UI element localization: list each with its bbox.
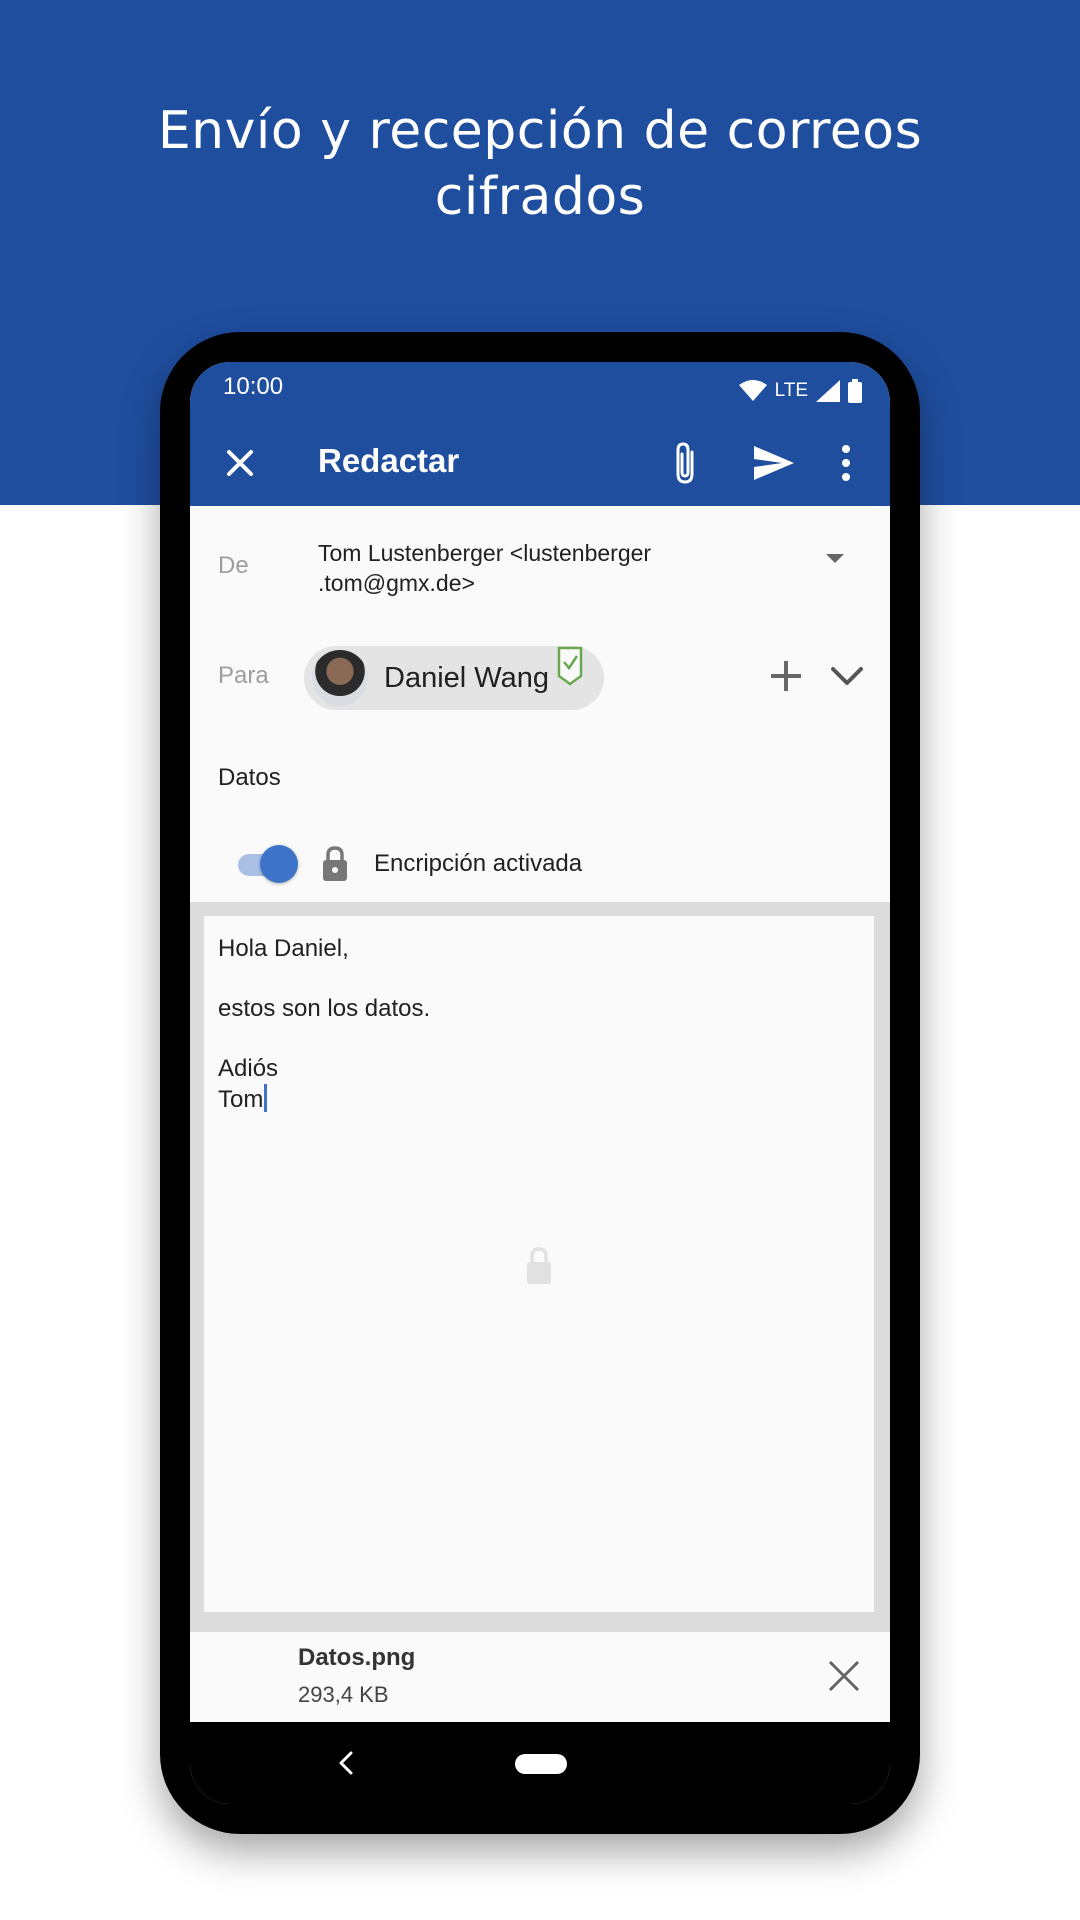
send-icon[interactable] [752, 442, 796, 484]
message-body-editor[interactable]: Hola Daniel, estos son los datos. Adiós … [204, 916, 874, 1612]
chevron-down-icon[interactable] [830, 664, 864, 688]
phone-screen: 10:00 LTE Redactar De Tom Lustenberger <… [190, 362, 890, 1804]
encryption-row: Encripción activada [190, 825, 890, 902]
more-vert-icon[interactable] [838, 442, 854, 484]
wifi-icon [738, 380, 767, 401]
hero-title: Envío y recepción de correos cifrados [0, 98, 1080, 230]
close-icon[interactable] [220, 443, 260, 483]
toolbar-title: Redactar [318, 442, 460, 479]
status-bar: 10:00 LTE [190, 362, 890, 420]
to-label: Para [218, 662, 269, 689]
subject-field-row[interactable]: Datos [190, 733, 890, 826]
text-cursor [264, 1084, 268, 1112]
lock-icon [323, 846, 347, 881]
to-field-row: Para Daniel Wang [190, 628, 890, 734]
dropdown-caret-icon[interactable] [826, 554, 844, 563]
status-icons: LTE [738, 376, 862, 406]
home-pill-button[interactable] [515, 1754, 567, 1774]
message-body-area: Hola Daniel, estos son los datos. Adiós … [190, 902, 890, 1632]
back-icon[interactable] [336, 1750, 356, 1776]
status-time: 10:00 [223, 373, 284, 400]
hero-title-line-2: cifrados [434, 167, 646, 227]
message-body-text[interactable]: Hola Daniel, estos son los datos. Adiós … [218, 934, 430, 1115]
encryption-status-label: Encripción activada [374, 850, 583, 877]
system-nav-bar [190, 1722, 890, 1804]
verified-shield-icon [557, 646, 583, 686]
network-type-label: LTE [774, 380, 808, 401]
message-body-content: Hola Daniel, estos son los datos. Adiós … [218, 935, 431, 1113]
toggle-thumb [260, 845, 298, 883]
recipient-name: Daniel Wang [384, 662, 549, 694]
lock-watermark-icon [527, 1247, 551, 1284]
from-label: De [218, 552, 249, 579]
attachment-name: Datos.png [298, 1644, 416, 1671]
encryption-toggle[interactable] [236, 845, 298, 883]
from-field-row[interactable]: De Tom Lustenberger <lustenberger .tom@g… [190, 506, 890, 629]
hero-title-line-1: Envío y recepción de correos [157, 101, 923, 161]
app-toolbar: Redactar [190, 420, 890, 506]
from-value-line-1: Tom Lustenberger <lustenberger [318, 540, 652, 566]
avatar [312, 650, 368, 706]
add-recipient-icon[interactable] [768, 658, 804, 694]
signal-icon [816, 380, 840, 402]
attachment-item[interactable]: Datos.png 293,4 KB [190, 1632, 890, 1722]
phone-frame: 10:00 LTE Redactar De Tom Lustenberger <… [160, 332, 920, 1834]
recipient-chip[interactable]: Daniel Wang [304, 646, 604, 710]
from-account[interactable]: Tom Lustenberger <lustenberger .tom@gmx.… [318, 538, 738, 598]
remove-attachment-icon[interactable] [826, 1658, 862, 1694]
battery-icon [848, 379, 862, 403]
paperclip-icon[interactable] [666, 440, 706, 486]
from-value-line-2: .tom@gmx.de> [318, 570, 475, 596]
attachment-size: 293,4 KB [298, 1682, 389, 1707]
subject-input[interactable]: Datos [218, 764, 281, 792]
